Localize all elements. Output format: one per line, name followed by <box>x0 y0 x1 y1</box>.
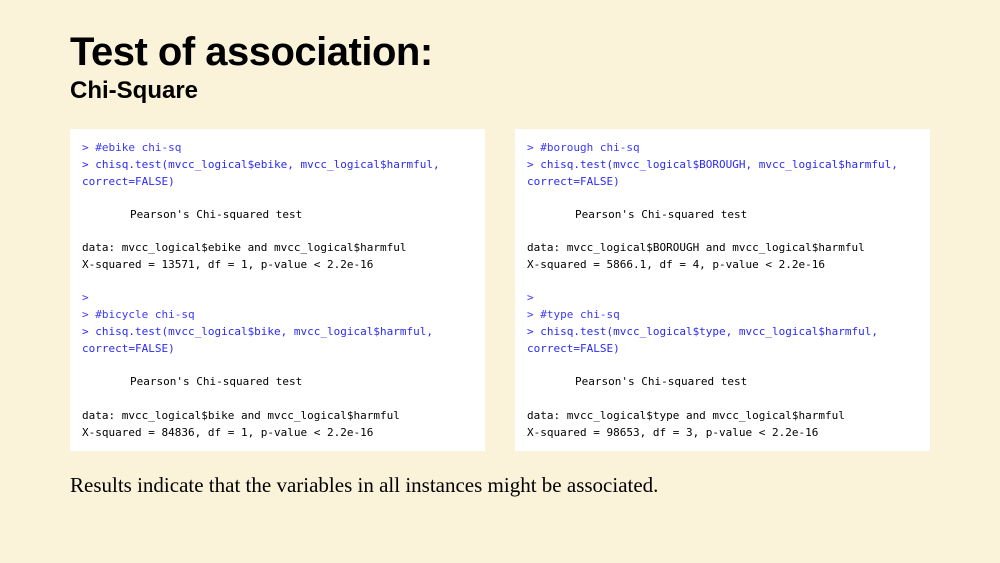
bicycle-result-line: X-squared = 84836, df = 1, p-value < 2.2… <box>82 424 473 441</box>
code-panels: > #ebike chi-sq > chisq.test(mvcc_logica… <box>70 129 930 451</box>
blank-line <box>527 357 918 373</box>
ebike-comment: > #ebike chi-sq <box>82 139 473 156</box>
left-code-panel: > #ebike chi-sq > chisq.test(mvcc_logica… <box>70 129 485 451</box>
type-result-line: X-squared = 98653, df = 3, p-value < 2.2… <box>527 424 918 441</box>
borough-data-line: data: mvcc_logical$BOROUGH and mvcc_logi… <box>527 239 918 256</box>
bicycle-test-label: Pearson's Chi-squared test <box>82 373 473 390</box>
right-code-panel: > #borough chi-sq > chisq.test(mvcc_logi… <box>515 129 930 451</box>
bicycle-data-line: data: mvcc_logical$bike and mvcc_logical… <box>82 407 473 424</box>
blank-line <box>527 190 918 206</box>
blank-line <box>527 273 918 289</box>
borough-test-label: Pearson's Chi-squared test <box>527 206 918 223</box>
blank-line <box>82 273 473 289</box>
bicycle-comment: > #bicycle chi-sq <box>82 306 473 323</box>
ebike-test-label: Pearson's Chi-squared test <box>82 206 473 223</box>
blank-line <box>82 190 473 206</box>
type-data-line: data: mvcc_logical$type and mvcc_logical… <box>527 407 918 424</box>
borough-result-line: X-squared = 5866.1, df = 4, p-value < 2.… <box>527 256 918 273</box>
borough-call: > chisq.test(mvcc_logical$BOROUGH, mvcc_… <box>527 156 918 190</box>
blank-line <box>82 357 473 373</box>
blank-line <box>82 391 473 407</box>
type-call: > chisq.test(mvcc_logical$type, mvcc_log… <box>527 323 918 357</box>
page-subtitle: Chi-Square <box>70 77 930 105</box>
prompt-sep: > <box>82 289 473 306</box>
blank-line <box>527 223 918 239</box>
ebike-call: > chisq.test(mvcc_logical$ebike, mvcc_lo… <box>82 156 473 190</box>
ebike-data-line: data: mvcc_logical$ebike and mvcc_logica… <box>82 239 473 256</box>
page-title: Test of association: <box>70 30 930 75</box>
blank-line <box>82 223 473 239</box>
prompt-sep: > <box>527 289 918 306</box>
ebike-result-line: X-squared = 13571, df = 1, p-value < 2.2… <box>82 256 473 273</box>
type-comment: > #type chi-sq <box>527 306 918 323</box>
borough-comment: > #borough chi-sq <box>527 139 918 156</box>
blank-line <box>527 391 918 407</box>
conclusion-text: Results indicate that the variables in a… <box>70 473 930 498</box>
type-test-label: Pearson's Chi-squared test <box>527 373 918 390</box>
bicycle-call: > chisq.test(mvcc_logical$bike, mvcc_log… <box>82 323 473 357</box>
